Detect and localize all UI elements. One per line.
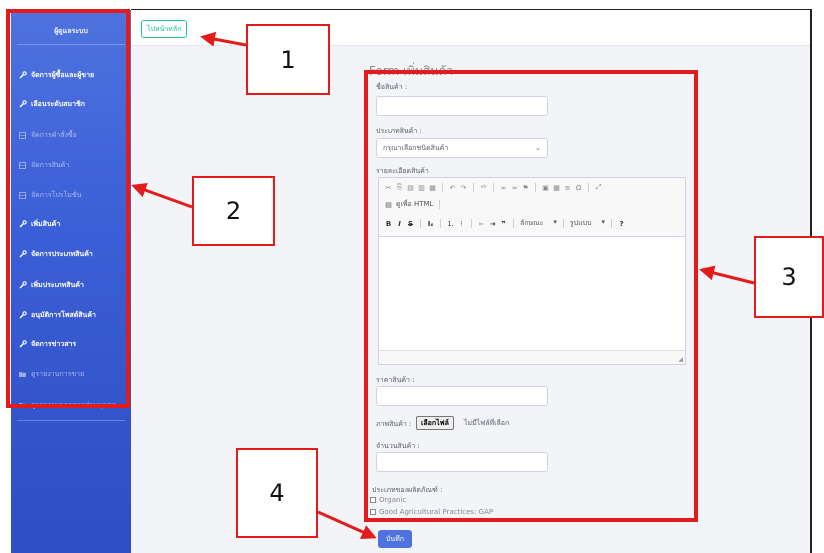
home-button[interactable]: ไปหน้าหลัก [141,20,188,38]
callout-2: 2 [192,176,275,246]
annotation-frame-sidebar [6,9,130,408]
callout-1: 1 [246,24,330,95]
sidebar-divider [17,420,125,421]
callout-4: 4 [236,448,318,538]
callout-3: 3 [754,236,824,318]
save-button[interactable]: บันทึก [378,530,412,548]
topbar: ไปหน้าหลัก [131,10,810,46]
annotation-frame-form [364,70,698,522]
